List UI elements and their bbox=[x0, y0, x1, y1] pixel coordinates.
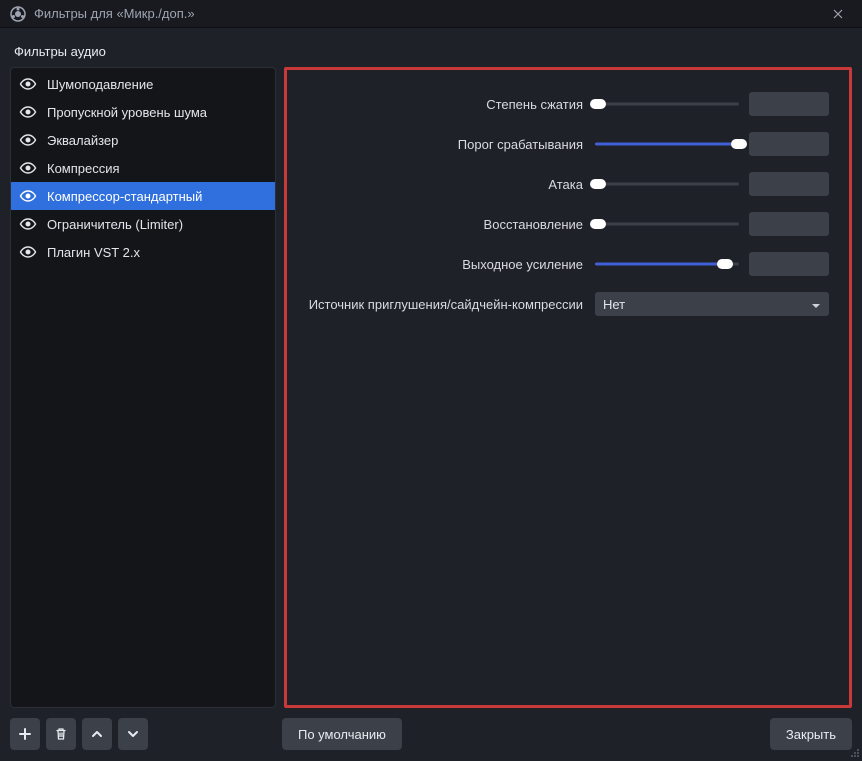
filter-item[interactable]: Компрессия bbox=[11, 154, 275, 182]
filter-item[interactable]: Пропускной уровень шума bbox=[11, 98, 275, 126]
attack-spinbox[interactable] bbox=[749, 172, 829, 196]
thresh-spinbox[interactable] bbox=[749, 132, 829, 156]
filter-item-label: Шумоподавление bbox=[47, 77, 153, 92]
visibility-eye-icon[interactable] bbox=[19, 131, 37, 149]
filter-item-label: Ограничитель (Limiter) bbox=[47, 217, 183, 232]
release-input[interactable] bbox=[749, 212, 829, 236]
filter-properties-pane: Степень сжатия Порог срабатывания Атака Вос… bbox=[284, 67, 852, 708]
param-label: Выходное усиление bbox=[293, 257, 585, 272]
attack-slider[interactable] bbox=[595, 176, 739, 192]
close-button[interactable]: Закрыть bbox=[770, 718, 852, 750]
visibility-eye-icon[interactable] bbox=[19, 215, 37, 233]
visibility-eye-icon[interactable] bbox=[19, 187, 37, 205]
app-icon bbox=[10, 6, 26, 22]
param-label: Атака bbox=[293, 177, 585, 192]
move-down-button[interactable] bbox=[118, 718, 148, 750]
section-title: Фильтры аудио bbox=[10, 38, 852, 67]
param-row-gain: Выходное усиление bbox=[293, 244, 829, 284]
resize-grip-icon[interactable] bbox=[848, 746, 860, 758]
filter-item[interactable]: Шумоподавление bbox=[11, 70, 275, 98]
gain-slider[interactable] bbox=[595, 256, 739, 272]
filter-item[interactable]: Компрессор-стандартный bbox=[11, 182, 275, 210]
bottom-bar: По умолчанию Закрыть bbox=[10, 708, 852, 750]
filter-list: Шумоподавление Пропускной уровень шума Экв… bbox=[10, 67, 276, 708]
ratio-input[interactable] bbox=[749, 92, 829, 116]
defaults-button[interactable]: По умолчанию bbox=[282, 718, 402, 750]
visibility-eye-icon[interactable] bbox=[19, 159, 37, 177]
filter-item[interactable]: Эквалайзер bbox=[11, 126, 275, 154]
filter-item-label: Плагин VST 2.x bbox=[47, 245, 140, 260]
gain-spinbox[interactable] bbox=[749, 252, 829, 276]
title-bar: Фильтры для «Микр./доп.» bbox=[0, 0, 862, 28]
release-slider[interactable] bbox=[595, 216, 739, 232]
ratio-slider[interactable] bbox=[595, 96, 739, 112]
filter-item-label: Компрессор-стандартный bbox=[47, 189, 202, 204]
param-label: Источник приглушения/сайдчейн-компрессии bbox=[293, 297, 585, 312]
chevron-down-icon bbox=[811, 297, 821, 312]
filter-item-label: Эквалайзер bbox=[47, 133, 118, 148]
visibility-eye-icon[interactable] bbox=[19, 75, 37, 93]
gain-input[interactable] bbox=[749, 252, 829, 276]
select-value: Нет bbox=[603, 297, 625, 312]
ratio-spinbox[interactable] bbox=[749, 92, 829, 116]
release-spinbox[interactable] bbox=[749, 212, 829, 236]
attack-input[interactable] bbox=[749, 172, 829, 196]
sidechain-select[interactable]: Нет bbox=[595, 292, 829, 316]
filter-item[interactable]: Ограничитель (Limiter) bbox=[11, 210, 275, 238]
move-up-button[interactable] bbox=[82, 718, 112, 750]
param-row-sidechain: Источник приглушения/сайдчейн-компрессии… bbox=[293, 284, 829, 324]
add-filter-button[interactable] bbox=[10, 718, 40, 750]
close-window-button[interactable] bbox=[824, 6, 852, 22]
filter-item[interactable]: Плагин VST 2.x bbox=[11, 238, 275, 266]
param-label: Степень сжатия bbox=[293, 97, 585, 112]
param-label: Порог срабатывания bbox=[293, 137, 585, 152]
thresh-slider[interactable] bbox=[595, 136, 739, 152]
visibility-eye-icon[interactable] bbox=[19, 243, 37, 261]
param-row-attack: Атака bbox=[293, 164, 829, 204]
filter-item-label: Пропускной уровень шума bbox=[47, 105, 207, 120]
param-label: Восстановление bbox=[293, 217, 585, 232]
visibility-eye-icon[interactable] bbox=[19, 103, 37, 121]
param-row-release: Восстановление bbox=[293, 204, 829, 244]
param-row-ratio: Степень сжатия bbox=[293, 84, 829, 124]
window-title: Фильтры для «Микр./доп.» bbox=[34, 6, 824, 21]
param-row-thresh: Порог срабатывания bbox=[293, 124, 829, 164]
thresh-input[interactable] bbox=[749, 132, 829, 156]
filter-item-label: Компрессия bbox=[47, 161, 120, 176]
delete-filter-button[interactable] bbox=[46, 718, 76, 750]
